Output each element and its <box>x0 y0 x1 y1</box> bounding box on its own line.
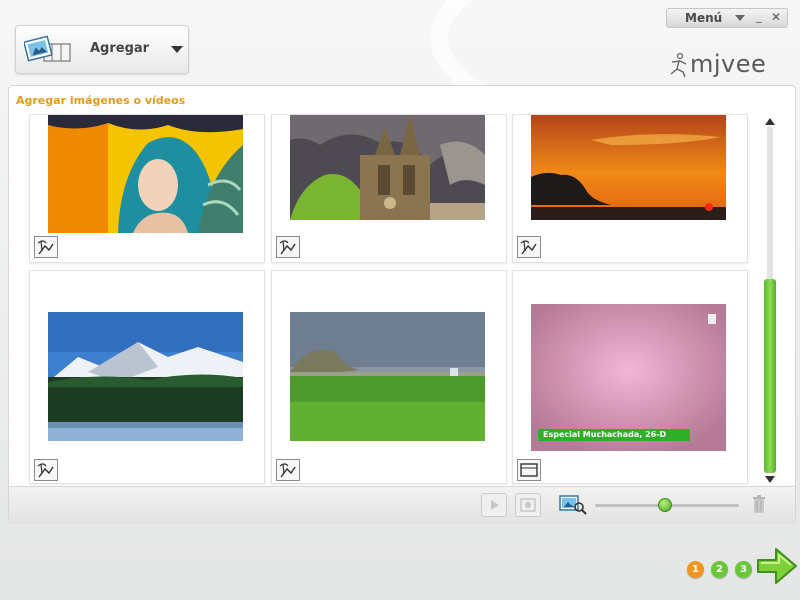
media-card[interactable]: Especial Muchachada, 26-D <box>512 270 748 484</box>
photo-icon <box>34 236 58 258</box>
media-toolbar <box>9 486 795 524</box>
play-icon <box>491 500 499 510</box>
section-title: Agregar imágenes o vídeos <box>16 94 186 107</box>
media-thumbnail[interactable] <box>290 312 485 441</box>
media-card[interactable] <box>271 270 507 484</box>
media-panel: Agregar imágenes o vídeos Especial Mucha… <box>8 85 796 524</box>
next-arrow-icon[interactable] <box>756 546 798 586</box>
photo-film-icon <box>24 35 71 62</box>
scroll-down-button[interactable] <box>765 476 775 483</box>
photo-icon <box>34 459 58 481</box>
photo-icon <box>276 236 300 258</box>
media-thumbnail[interactable] <box>48 115 243 233</box>
add-button-label: Agregar <box>90 41 150 56</box>
magic-spot-button[interactable] <box>515 493 541 517</box>
scroll-up-button[interactable] <box>765 118 775 125</box>
media-card[interactable] <box>29 270 265 484</box>
logo-text: mjvee <box>690 50 767 78</box>
trash-icon[interactable] <box>751 494 767 514</box>
media-card[interactable] <box>29 114 265 263</box>
video-caption: Especial Muchachada, 26-D <box>538 429 690 441</box>
media-thumbnail[interactable] <box>531 115 726 220</box>
photo-zoom-icon[interactable] <box>559 493 587 515</box>
scrollbar-thumb[interactable] <box>764 279 776 473</box>
step-1-indicator[interactable]: 1 <box>687 561 704 578</box>
close-button[interactable]: ✕ <box>770 11 782 24</box>
media-thumbnail[interactable] <box>290 115 485 220</box>
media-card[interactable] <box>271 114 507 263</box>
media-card[interactable] <box>512 114 748 263</box>
media-thumbnail[interactable] <box>48 312 243 441</box>
logo-figure-icon <box>670 52 687 78</box>
film-edit-icon <box>520 498 536 512</box>
play-button[interactable] <box>481 493 507 517</box>
add-media-button[interactable]: Agregar <box>15 25 189 74</box>
step-3-indicator[interactable]: 3 <box>735 561 752 578</box>
app-window: Menú _ ✕ Agregar mjvee Agregar imágenes … <box>0 0 800 600</box>
step-2-indicator[interactable]: 2 <box>711 561 728 578</box>
video-icon <box>517 459 541 481</box>
window-controls: Menú _ ✕ <box>666 8 788 28</box>
chevron-down-icon[interactable] <box>735 15 745 21</box>
menu-button[interactable]: Menú <box>685 9 722 27</box>
chevron-down-icon[interactable] <box>171 46 183 53</box>
zoom-slider-knob[interactable] <box>658 498 673 512</box>
media-grid: Especial Muchachada, 26-D <box>9 114 764 486</box>
minimize-button[interactable]: _ <box>753 11 765 24</box>
photo-icon <box>276 459 300 481</box>
photo-icon <box>517 236 541 258</box>
